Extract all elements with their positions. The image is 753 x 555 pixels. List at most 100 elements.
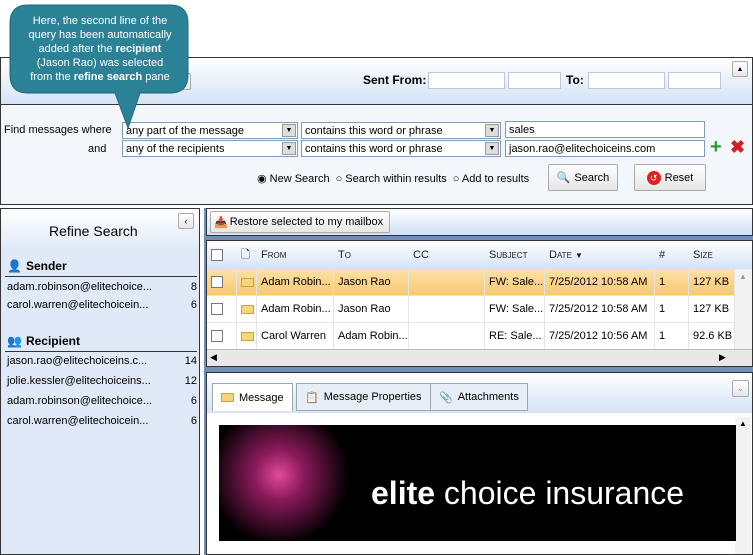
col-to[interactable]: To <box>334 241 408 269</box>
sender-item[interactable]: adam.robinson@elitechoice... 8 <box>7 281 197 297</box>
sender-label: Sender <box>25 259 67 273</box>
value-input-2[interactable]: jason.rao@elitechoiceins.com <box>505 140 705 157</box>
preview-pane: Message 📋 Message Properties 📎 Attachments… <box>206 372 753 555</box>
value-input-1[interactable]: sales <box>505 121 705 138</box>
col-from[interactable]: From <box>257 241 331 269</box>
cell-from: Adam Robin... <box>257 269 334 295</box>
search-button[interactable]: 🔍 Search <box>548 164 618 191</box>
banner-image: elite choice insurance <box>219 425 736 541</box>
recipient-email: jolie.kessler@elitechoiceins... <box>7 375 151 387</box>
magnifier-icon: 🔍 <box>556 172 571 184</box>
cell-to: Jason Rao <box>334 269 409 295</box>
row-checkbox[interactable] <box>211 330 223 342</box>
person-icon: 👤 <box>7 259 22 273</box>
row-checkbox[interactable] <box>211 276 223 288</box>
divider <box>5 276 197 277</box>
cell-date: 7/25/2012 10:56 AM <box>545 323 655 349</box>
callout-bold: recipient <box>115 43 162 55</box>
recipient-email: jason.rao@elitechoiceins.c... <box>7 355 148 367</box>
callout-text-part: added after the <box>38 43 116 55</box>
scroll-up-icon[interactable]: ▲ <box>739 419 747 428</box>
to-label: To: <box>566 73 584 87</box>
cell-size: 127 KB <box>689 269 735 295</box>
tab-message[interactable]: Message <box>212 383 293 411</box>
cell-cc <box>409 296 485 322</box>
sender-count: 8 <box>190 281 197 293</box>
recipient-item[interactable]: jason.rao@elitechoiceins.c... 14 <box>7 355 197 371</box>
collapse-pane-button[interactable]: ‹ <box>178 213 194 229</box>
col-count[interactable]: # <box>655 241 685 269</box>
col-subject[interactable]: Subject <box>485 241 541 269</box>
sender-count: 6 <box>190 299 197 311</box>
reset-label: Reset <box>664 171 694 184</box>
envelope-icon <box>241 304 254 314</box>
preview-scrollbar[interactable]: ▲ <box>735 417 751 554</box>
operator-select-1[interactable]: contains this word or phrase ▼ <box>301 122 501 139</box>
cell-cc <box>409 323 485 349</box>
results-toolbar: 📥 Restore selected to my mailbox <box>206 208 753 236</box>
table-row[interactable]: Adam Robin... Jason Rao FW: Sale... 7/25/20… <box>207 296 735 323</box>
radio-add-to-results[interactable]: ○ Add to results <box>453 173 529 185</box>
callout-text: Here, the second line of the query has b… <box>12 14 188 84</box>
sent-from-time-start[interactable] <box>508 72 561 89</box>
cell-size: 92.6 KB <box>689 323 735 349</box>
message-grid: 🗋 From To CC Subject Date ▼ # Size Adam … <box>206 240 753 367</box>
chevron-down-icon: ▼ <box>282 124 296 137</box>
remove-condition-icon[interactable]: ✖ <box>730 137 745 158</box>
horizontal-scrollbar[interactable]: ◀ ▶ <box>207 349 752 366</box>
table-row[interactable]: Carol Warren Adam Robin... RE: Sale... 7/25… <box>207 323 735 350</box>
sent-from-label: Sent From: <box>363 73 427 87</box>
recipient-item[interactable]: jolie.kessler@elitechoiceins... 12 <box>7 375 197 391</box>
sender-item[interactable]: carol.warren@elitechoicein... 6 <box>7 299 197 315</box>
banner-rest: choice insurance <box>435 475 685 511</box>
to-time[interactable] <box>668 72 721 89</box>
paperclip-icon: 📎 <box>439 391 453 404</box>
sent-from-date-start[interactable] <box>428 72 505 89</box>
collapse-up-button[interactable]: ▲ <box>732 61 748 77</box>
row-checkbox[interactable] <box>211 303 223 315</box>
callout-line: Here, the second line of the <box>32 15 168 27</box>
col-cc[interactable]: CC <box>409 241 485 269</box>
tab-attachments[interactable]: 📎 Attachments <box>430 383 528 411</box>
operator-select-2[interactable]: contains this word or phrase ▼ <box>301 140 501 157</box>
sender-email: carol.warren@elitechoicein... <box>7 299 149 311</box>
cell-count: 1 <box>655 296 689 322</box>
cell-date: 7/25/2012 10:58 AM <box>545 269 655 295</box>
sort-desc-icon: ▼ <box>574 250 583 260</box>
reset-button[interactable]: ↺ Reset <box>634 164 706 191</box>
recipient-item[interactable]: adam.robinson@elitechoice... 6 <box>7 395 197 411</box>
scroll-right-icon[interactable]: ▶ <box>719 352 726 363</box>
radio-label: New Search <box>269 173 330 185</box>
radio-new-search[interactable]: ◉ New Search <box>257 172 330 185</box>
tab-message-properties[interactable]: 📋 Message Properties <box>296 383 431 411</box>
vertical-scrollbar[interactable]: ▲ <box>735 269 752 349</box>
recipient-label: Recipient <box>25 334 80 348</box>
recipient-item[interactable]: carol.warren@elitechoicein... 6 <box>7 415 197 431</box>
scroll-left-icon[interactable]: ◀ <box>210 352 217 363</box>
reset-icon: ↺ <box>646 170 661 185</box>
cell-from: Carol Warren <box>257 323 334 349</box>
refine-search-pane: Refine Search ‹ 👤 Sender adam.robinson@el… <box>0 208 200 555</box>
cell-to: Adam Robin... <box>334 323 409 349</box>
select-all-checkbox[interactable] <box>211 249 223 261</box>
envelope-icon <box>241 331 254 341</box>
col-size[interactable]: Size <box>689 241 739 269</box>
chevron-down-icon: ▼ <box>485 124 499 137</box>
restore-button[interactable]: 📥 Restore selected to my mailbox <box>210 211 390 233</box>
table-row[interactable]: Adam Robin... Jason Rao FW: Sale... 7/25/20… <box>207 269 735 296</box>
recipient-count: 6 <box>190 395 197 407</box>
people-icon: 👥 <box>7 334 22 348</box>
recipient-section-header: 👥 Recipient <box>7 334 80 348</box>
search-mode-radios: ◉ New Search ○ Search within results ○ A… <box>257 172 529 186</box>
scroll-up-icon[interactable]: ▲ <box>739 272 747 281</box>
add-condition-icon[interactable]: + <box>710 136 722 159</box>
cell-from: Adam Robin... <box>257 296 334 322</box>
refine-title: Refine Search <box>49 223 138 239</box>
expand-button[interactable]: ⌄ <box>732 380 749 397</box>
field-select-2[interactable]: any of the recipients ▼ <box>122 140 298 157</box>
col-date-label: Date <box>549 249 572 261</box>
col-date[interactable]: Date ▼ <box>545 241 645 269</box>
to-date[interactable] <box>588 72 665 89</box>
radio-search-within[interactable]: ○ Search within results <box>336 173 447 185</box>
restore-label: Restore selected to my mailbox <box>229 216 384 228</box>
